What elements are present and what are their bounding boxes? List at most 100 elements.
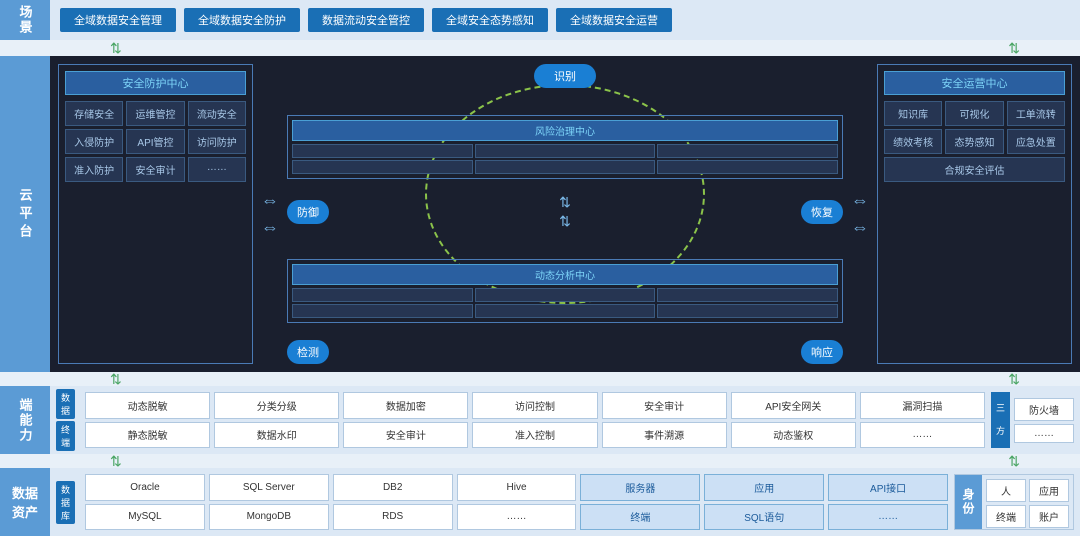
endpoint-label: 端 能 力 (0, 386, 50, 454)
dynamic-cell-1 (292, 288, 473, 302)
risk-center: 风险治理中心 (287, 115, 843, 179)
data-asset-label: 数据 资产 (0, 468, 50, 536)
sr-cell-4: 绩效考核 (884, 129, 942, 154)
cloud-arrow-left-top: ⇔ (261, 190, 279, 211)
endpoint-sublabel: 数据 终端 (56, 392, 79, 448)
dynamic-cell-3 (657, 288, 838, 302)
ep-cell-1-7: 漏洞扫描 (860, 392, 985, 419)
risk-cell-3 (657, 144, 838, 158)
cloud-content: 安全防护中心 存储安全 运维管控 流动安全 入侵防护 API管控 访问防护 准入… (50, 56, 1080, 372)
data-row: 数据 资产 数据库 Oracle SQL Server DB2 Hive 服务器… (0, 468, 1080, 536)
cloud-arrow-left-bot: ⇔ (261, 217, 279, 238)
security-left-panel: 安全防护中心 存储安全 运维管控 流动安全 入侵防护 API管控 访问防护 准入… (58, 64, 253, 364)
data-cell-2-6: SQL语句 (704, 504, 824, 531)
data-cell-2-2: MongoDB (209, 504, 329, 531)
endpoint-row2: 静态脱敏 数据水印 安全审计 准入控制 事件溯源 动态鉴权 …… (85, 422, 985, 449)
data-cell-1-5: 服务器 (580, 474, 700, 501)
arrow2-left: ⇅ (110, 371, 122, 388)
security-cell-3: 流动安全 (188, 101, 246, 126)
scenario-row: 场景 全域数据安全管理 全域数据安全防护 数据流动安全管控 全域安全态势感知 全… (0, 0, 1080, 40)
sr-cell-5: 态势感知 (945, 129, 1003, 154)
endpoint-content: 数据 终端 动态脱敏 分类分级 数据加密 访问控制 安全审计 API安全网关 漏… (50, 386, 1080, 454)
defend-badge: 防御 (287, 200, 329, 224)
security-cell-5: API管控 (126, 129, 184, 154)
center-area: 识别 风险治理中心 防御 (287, 64, 843, 364)
scenario-label: 场景 (0, 0, 50, 40)
security-cell-7: 准入防护 (65, 157, 123, 182)
identify-badge: 识别 (534, 64, 596, 88)
data-cell-2-1: MySQL (85, 504, 205, 531)
dynamic-title: 动态分析中心 (292, 264, 838, 285)
ep-cell-1-2: 分类分级 (214, 392, 339, 419)
ep-cell-1-1: 动态脱敏 (85, 392, 210, 419)
id-cell-3: 终端 (986, 505, 1026, 528)
third-party-label: 三 方 (991, 392, 1010, 448)
risk-cell-4 (292, 160, 473, 174)
ep-cell-2-7: …… (860, 422, 985, 449)
firewall-area: 防火墙 …… (1014, 398, 1074, 443)
cloud-platform-label: 云 平 台 (0, 56, 50, 372)
dynamic-cell-6 (657, 304, 838, 318)
security-cell-9: …… (188, 157, 246, 182)
risk-cell-2 (475, 144, 656, 158)
id-cell-4: 账户 (1029, 505, 1069, 528)
id-cell-2: 应用 (1029, 479, 1069, 502)
identity-grid: 人 应用 终端 账户 (982, 475, 1073, 529)
id-cell-1: 人 (986, 479, 1026, 502)
dynamic-cell-5 (475, 304, 656, 318)
ep-cell-1-4: 访问控制 (472, 392, 597, 419)
risk-title: 风险治理中心 (292, 120, 838, 141)
sublabel-terminal: 终端 (56, 421, 75, 451)
dynamic-center: 动态分析中心 (287, 259, 843, 323)
arrow-left: ⇅ (110, 40, 122, 57)
center-v-arrow-1: ⇅ (559, 194, 571, 211)
data-cell-2-3: RDS (333, 504, 453, 531)
respond-badge: 响应 (801, 340, 843, 364)
cloud-arrow-right-bot: ⇔ (851, 217, 869, 238)
data-cell-2-4: …… (457, 504, 577, 531)
security-left-title: 安全防护中心 (65, 71, 246, 95)
sublabel-data: 数据 (56, 389, 75, 419)
sr-cell-3: 工单流转 (1007, 101, 1065, 126)
security-right-panel: 安全运营中心 知识库 可视化 工单流转 绩效考核 态势感知 应急处置 合规安全评… (877, 64, 1072, 364)
ep-cell-1-5: 安全审计 (602, 392, 727, 419)
scenario-item-4: 全域安全态势感知 (432, 8, 548, 32)
firewall-cell-1: 防火墙 (1014, 398, 1074, 421)
arrow-row-1: ⇅ ⇅ (0, 40, 1080, 56)
dynamic-cell-4 (292, 304, 473, 318)
dynamic-grid (292, 288, 838, 318)
arrow-row-2: ⇅ ⇅ (0, 372, 1080, 386)
data-cell-1-3: DB2 (333, 474, 453, 501)
endpoint-items: 动态脱敏 分类分级 数据加密 访问控制 安全审计 API安全网关 漏洞扫描 静态… (85, 392, 985, 448)
sublabel-db: 数据库 (56, 481, 75, 524)
center-v-arrow-2: ⇅ (559, 213, 571, 230)
recover-badge: 恢复 (801, 200, 843, 224)
security-right-title: 安全运营中心 (884, 71, 1065, 95)
scenario-items: 全域数据安全管理 全域数据安全防护 数据流动安全管控 全域安全态势感知 全域数据… (50, 0, 1080, 40)
arrow-right: ⇅ (1008, 40, 1020, 57)
security-left-grid: 存储安全 运维管控 流动安全 入侵防护 API管控 访问防护 准入防护 安全审计… (65, 101, 246, 182)
dynamic-cell-2 (475, 288, 656, 302)
compliance-cell: 合规安全评估 (884, 157, 1065, 182)
arrow3-left: ⇅ (110, 453, 122, 470)
cloud-arrow-right-top: ⇔ (851, 190, 869, 211)
scenario-item-3: 数据流动安全管控 (308, 8, 424, 32)
sr-cell-2: 可视化 (945, 101, 1003, 126)
arrow3-right: ⇅ (1008, 453, 1020, 470)
data-cell-1-2: SQL Server (209, 474, 329, 501)
data-cell-1-7: API接口 (828, 474, 948, 501)
cloud-row: 云 平 台 安全防护中心 存储安全 运维管控 流动安全 入侵防护 API管控 访… (0, 56, 1080, 372)
ep-cell-1-3: 数据加密 (343, 392, 468, 419)
security-cell-8: 安全审计 (126, 157, 184, 182)
endpoint-row: 端 能 力 数据 终端 动态脱敏 分类分级 数据加密 访问控制 安全审计 API… (0, 386, 1080, 454)
data-cell-1-1: Oracle (85, 474, 205, 501)
ep-cell-2-1: 静态脱敏 (85, 422, 210, 449)
arrow-row-3: ⇅ ⇅ (0, 454, 1080, 468)
security-cell-6: 访问防护 (188, 129, 246, 154)
risk-cell-6 (657, 160, 838, 174)
ep-cell-2-4: 准入控制 (472, 422, 597, 449)
ep-cell-2-3: 安全审计 (343, 422, 468, 449)
data-cell-1-4: Hive (457, 474, 577, 501)
firewall-cell-2: …… (1014, 424, 1074, 443)
data-sublabel: 数据库 (56, 474, 79, 530)
